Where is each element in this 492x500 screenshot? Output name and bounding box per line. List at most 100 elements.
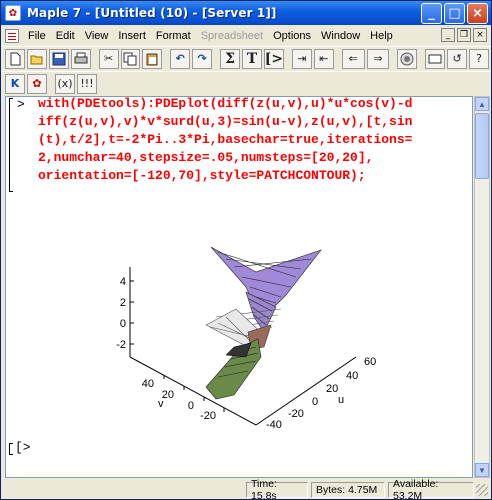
worksheet-area[interactable]: > with(PDEtools):PDEplot(diff(z(u,v),u)*… xyxy=(5,96,473,478)
z-tick-label: 0 xyxy=(120,318,126,330)
paste-button[interactable] xyxy=(142,48,163,69)
v-tick-label: 40 xyxy=(142,378,154,390)
close-button[interactable]: × xyxy=(467,3,488,24)
maple-leaf-button[interactable]: ✿ xyxy=(27,73,47,94)
leaf-icon: ✿ xyxy=(32,77,42,90)
doc-restore-button[interactable]: ❐ xyxy=(457,28,471,42)
stop-button[interactable] xyxy=(397,48,418,69)
arrow-right-icon: ⇒ xyxy=(373,52,383,65)
redo-button[interactable]: ↷ xyxy=(192,48,213,69)
menu-window[interactable]: Window xyxy=(316,30,365,42)
empty-input-prompt[interactable]: [> xyxy=(15,440,31,455)
minimize-button[interactable]: _ xyxy=(421,3,442,24)
forward-button[interactable]: ⇒ xyxy=(366,48,390,69)
scroll-down-button[interactable]: ▼ xyxy=(475,463,489,477)
back-button[interactable]: ⇐ xyxy=(341,48,365,69)
scissors-icon: ✂ xyxy=(103,52,114,65)
restart-button[interactable]: ↺ xyxy=(447,48,468,69)
v-tick-label: 20 xyxy=(162,389,174,401)
save-button[interactable] xyxy=(48,48,69,69)
document-icon[interactable] xyxy=(5,28,19,43)
floppy-disk-icon xyxy=(52,52,66,65)
z-tick-label: 4 xyxy=(120,276,126,288)
cut-button[interactable]: ✂ xyxy=(98,48,119,69)
menu-bar: File Edit View Insert Format Spreadsheet… xyxy=(1,26,491,45)
restart-icon: ↺ xyxy=(452,52,462,65)
execution-group-bracket[interactable] xyxy=(9,98,13,192)
help-icon: ? xyxy=(476,52,482,65)
resize-grip-icon[interactable] xyxy=(476,484,488,496)
u-tick-label: 40 xyxy=(346,370,358,382)
u-tick-label: 20 xyxy=(326,383,338,395)
open-file-button[interactable] xyxy=(26,48,47,69)
context-toolbar: K ✿ (x) !!! xyxy=(1,71,491,95)
stop-circle-icon xyxy=(400,52,414,65)
v-tick-label: 0 xyxy=(188,400,194,412)
v-tick-label: -20 xyxy=(200,410,216,422)
text-mode-button[interactable]: T xyxy=(241,48,262,69)
doc-close-button[interactable]: × xyxy=(473,28,487,42)
maximize-button[interactable]: □ xyxy=(444,3,465,24)
indent-icon: ⇥ xyxy=(297,52,307,65)
zoom-button[interactable] xyxy=(425,48,446,69)
copy-icon xyxy=(123,52,137,65)
status-available: Available: 53.2M xyxy=(388,478,474,500)
menu-view[interactable]: View xyxy=(80,30,114,42)
k-button[interactable]: K xyxy=(5,73,25,94)
expression-button[interactable]: (x) xyxy=(55,73,75,94)
help-button[interactable]: ? xyxy=(469,48,489,69)
status-time: Time: 15.8s xyxy=(246,478,308,500)
outdent-icon: ⇤ xyxy=(319,52,329,65)
v-axis-label: v xyxy=(158,398,164,410)
menu-spreadsheet[interactable]: Spreadsheet xyxy=(196,30,268,42)
outdent-button[interactable]: ⇤ xyxy=(313,48,334,69)
new-file-icon xyxy=(10,52,21,65)
sum-button[interactable]: Σ xyxy=(220,48,240,69)
text-t-icon: T xyxy=(246,50,258,67)
undo-button[interactable]: ↶ xyxy=(170,48,191,69)
menu-insert[interactable]: Insert xyxy=(113,30,151,42)
bracket-prompt-icon: [> xyxy=(264,50,284,67)
print-button[interactable] xyxy=(70,48,91,69)
menu-format[interactable]: Format xyxy=(151,30,196,42)
command-line: (t),t/2],t=-2*Pi..3*Pi,basechar=true,ite… xyxy=(38,132,413,147)
window-controls: _ □ × xyxy=(421,3,488,24)
copy-button[interactable] xyxy=(120,48,141,69)
vertical-scrollbar[interactable]: ▲ ▼ xyxy=(474,96,490,478)
menu-file[interactable]: File xyxy=(23,30,51,42)
menu-options[interactable]: Options xyxy=(268,30,316,42)
new-file-button[interactable] xyxy=(5,48,25,69)
input-prompt: > xyxy=(17,97,25,112)
indent-button[interactable]: ⇥ xyxy=(291,48,312,69)
main-toolbar: ✂ ↶ ↷ Σ T [> ⇥ ⇤ ⇐ ⇒ ↺ ? xyxy=(1,46,491,70)
execute-all-button[interactable]: !!! xyxy=(77,73,97,94)
k-icon: K xyxy=(10,77,20,90)
z-tick-label: 2 xyxy=(120,297,126,309)
scroll-up-button[interactable]: ▲ xyxy=(475,97,489,111)
expression-icon: (x) xyxy=(57,77,73,90)
scroll-thumb[interactable] xyxy=(475,113,489,179)
title-bar[interactable]: ✿ Maple 7 - [Untitled (10) - [Server 1]]… xyxy=(1,1,491,25)
3d-plot[interactable]: 4 2 0 -2 40 20 0 -20 v 60 40 20 0 -20 -4… xyxy=(106,247,416,457)
insert-prompt-button[interactable]: [> xyxy=(263,48,284,69)
undo-icon: ↶ xyxy=(175,52,185,65)
sigma-icon: Σ xyxy=(225,50,235,67)
status-bytes: Bytes: 4.75M xyxy=(311,482,385,498)
empty-group-bracket[interactable] xyxy=(9,443,13,455)
document-window-controls: _ ❐ × xyxy=(441,28,487,42)
u-tick-label: 60 xyxy=(364,356,376,368)
menu-help[interactable]: Help xyxy=(365,30,398,42)
printer-icon xyxy=(74,52,88,63)
u-tick-label: 0 xyxy=(312,396,318,408)
arrow-left-icon: ⇐ xyxy=(348,52,358,65)
surface-bottom xyxy=(205,338,262,400)
command-input[interactable]: with(PDEtools):PDEplot(diff(z(u,v),u)*u*… xyxy=(38,97,470,185)
maple-window: ✿ Maple 7 - [Untitled (10) - [Server 1]]… xyxy=(0,0,492,500)
doc-minimize-button[interactable]: _ xyxy=(441,28,455,42)
execute-icon: !!! xyxy=(80,77,94,90)
clipboard-icon xyxy=(146,53,158,65)
z-tick-label: -2 xyxy=(116,339,126,351)
menu-edit[interactable]: Edit xyxy=(51,30,80,42)
u-axis xyxy=(255,356,357,426)
u-tick-label: -40 xyxy=(266,419,282,431)
